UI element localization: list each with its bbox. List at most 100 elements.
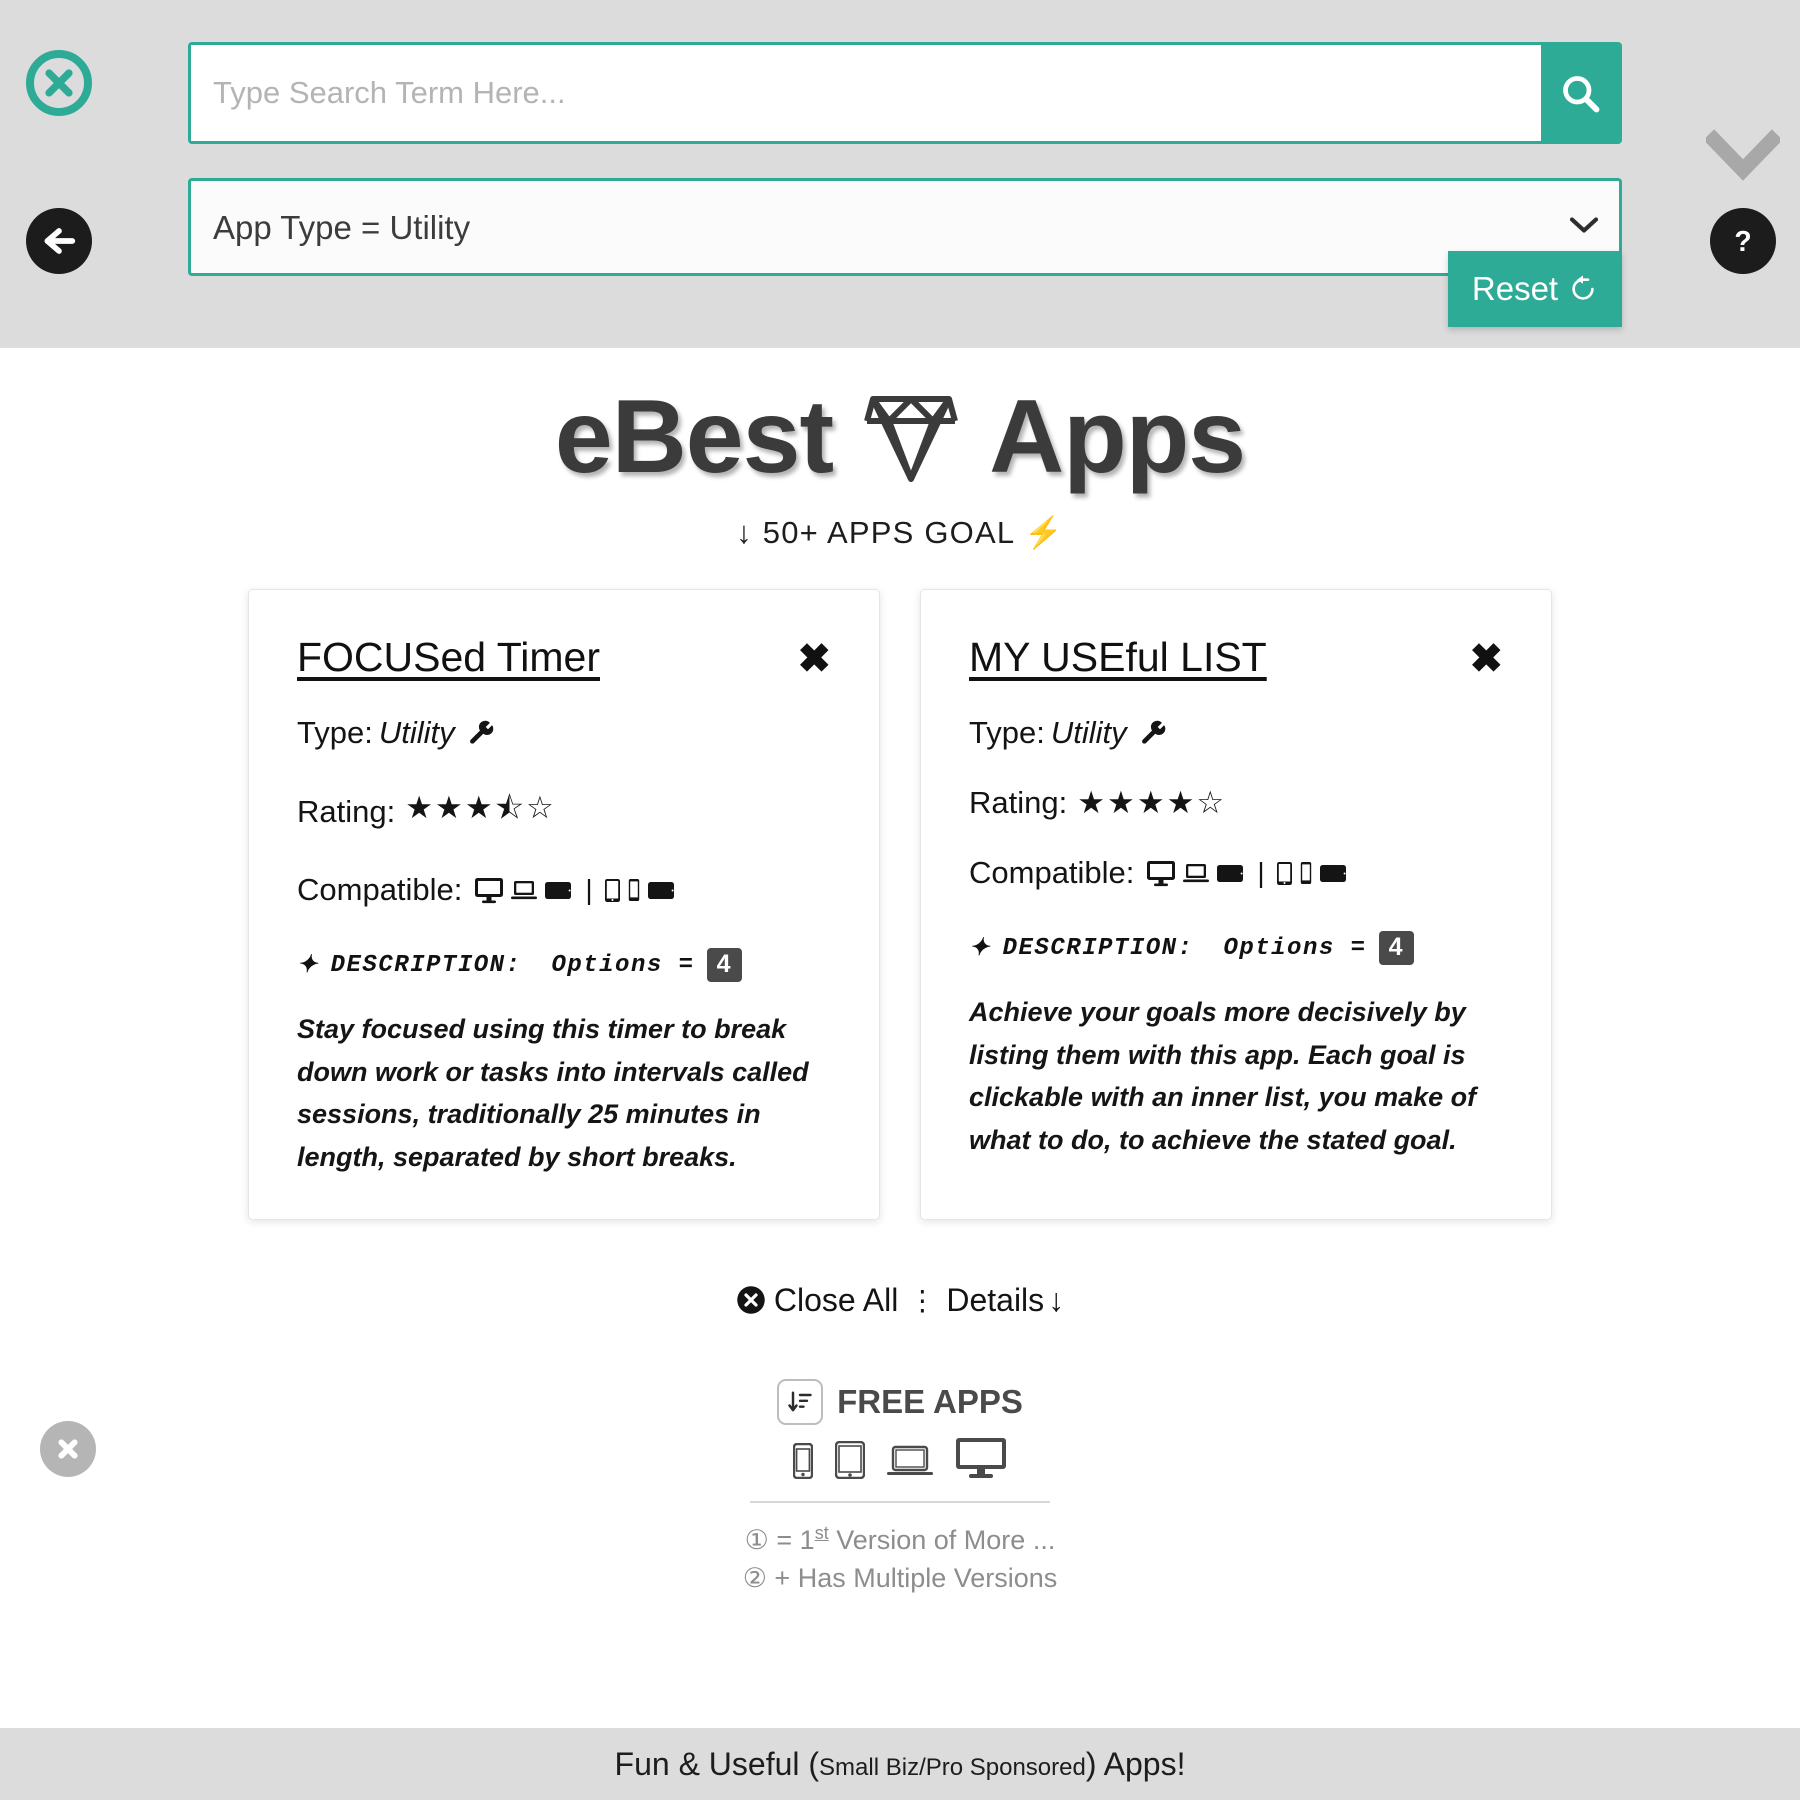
type-value: Utility [378, 715, 455, 751]
legend-block: ① = 1st Version of More ... ② + Has Mult… [0, 1521, 1800, 1598]
chevron-down-icon [1703, 129, 1783, 181]
legend-text-1b: Version of More ... [836, 1524, 1056, 1555]
legend-mark-2: ② [742, 1562, 767, 1593]
page-title: eBest Apps [0, 379, 1800, 495]
back-button[interactable] [26, 208, 92, 274]
app-type-row: Type: Utility [297, 715, 831, 751]
compatible-device-icons: | [474, 874, 676, 906]
description-label: DESCRIPTION: [1002, 934, 1194, 962]
close-x-icon [45, 69, 73, 97]
reset-label: Reset [1471, 270, 1559, 307]
help-button[interactable]: ? [1710, 208, 1776, 274]
free-apps-device-icons [0, 1437, 1800, 1479]
desktop-icon [475, 877, 504, 903]
wrench-icon [469, 721, 493, 745]
app-compatible-row: Compatible: | [297, 872, 831, 908]
footer-text: Fun & Useful (Small Biz/Pro Sponsored) A… [615, 1746, 1186, 1783]
card-header: MY USEful LIST ✖ [969, 634, 1503, 681]
desktop-icon [956, 1437, 1006, 1478]
card-actions-row: Close All ⋮ Details ↓ [0, 1282, 1800, 1319]
compatible-label: Compatible: [969, 855, 1135, 891]
close-circle-filled-icon[interactable] [736, 1285, 766, 1315]
search-input[interactable] [191, 45, 1541, 141]
svg-text:?: ? [1734, 226, 1751, 258]
close-panel-button[interactable] [26, 50, 92, 116]
action-separator: ⋮ [908, 1284, 937, 1316]
options-label: Options = [1223, 934, 1367, 962]
apps-goal-text: ↓ 50+ APPS GOAL ⚡ [736, 515, 1064, 551]
tablet-landscape-icon [1217, 864, 1244, 882]
app-title-link[interactable]: MY USEful LIST [969, 634, 1267, 681]
search-icon [1563, 76, 1600, 113]
footer-paren-open: ( [808, 1745, 820, 1782]
section-divider [750, 1500, 1050, 1503]
options-label: Options = [551, 951, 695, 979]
footer-part2: Apps! [1103, 1745, 1186, 1782]
diamond-icon [864, 396, 959, 483]
close-all-button[interactable]: Close All [774, 1282, 899, 1319]
details-arrow-icon: ↓ [1048, 1281, 1065, 1318]
app-type-select[interactable]: App Type = Utility [191, 181, 1619, 273]
type-label: Type: [297, 715, 373, 751]
app-type-row: Type: Utility [969, 715, 1503, 751]
card-close-button[interactable]: ✖ [797, 639, 831, 679]
desktop-icon [1147, 860, 1176, 886]
app-card: MY USEful LIST ✖ Type: Utility Rating: ★… [920, 589, 1552, 1220]
footer-bar: Fun & Useful (Small Biz/Pro Sponsored) A… [0, 1728, 1800, 1800]
legend-text-1a: = 1 [776, 1524, 815, 1555]
back-arrow-icon [44, 228, 76, 254]
description-bullet: ✦ [969, 936, 991, 964]
laptop-icon [1183, 864, 1210, 883]
tablet-icon [835, 1440, 865, 1479]
description-header: ✦ DESCRIPTION: Options = 4 [297, 948, 831, 982]
legend-sup-1: st [814, 1522, 829, 1543]
close-x-icon [58, 1439, 78, 1459]
tablet-landscape-icon [647, 881, 674, 899]
brand-text-before: eBest [554, 379, 834, 495]
reset-rotate-icon [1572, 275, 1594, 300]
details-button[interactable]: Details [946, 1282, 1044, 1319]
description-label: DESCRIPTION: [330, 951, 522, 979]
app-card-list: FOCUSed Timer ✖ Type: Utility Rating: ★★… [0, 589, 1800, 1220]
legend-line-1: ① = 1st Version of More ... [0, 1521, 1800, 1559]
reset-button[interactable]: Reset [1448, 251, 1622, 327]
search-button[interactable] [1541, 45, 1619, 141]
compatible-device-icons: | [1146, 857, 1348, 889]
legend-mark-1: ① [744, 1524, 769, 1555]
card-close-button[interactable]: ✖ [1469, 639, 1503, 679]
rating-label: Rating: [297, 793, 396, 829]
bottom-close-button[interactable] [40, 1421, 96, 1477]
footer-paren-close: ) [1085, 1745, 1097, 1782]
rating-label: Rating: [969, 785, 1068, 821]
app-type-filter[interactable]: App Type = Utility [188, 178, 1622, 276]
phone-icon [1300, 862, 1311, 885]
device-separator: | [1257, 857, 1265, 889]
laptop-icon [511, 881, 538, 900]
top-control-bar: ? App Type = Utility Reset [0, 0, 1800, 348]
card-header: FOCUSed Timer ✖ [297, 634, 831, 681]
rating-stars: ★★★⯪☆ [405, 790, 556, 826]
tablet-portrait-icon [1276, 861, 1292, 885]
main-content: eBest Apps ↓ 50+ APPS GOAL ⚡ FOCUSed Tim… [0, 348, 1800, 1728]
collapse-toolbar-button[interactable] [1703, 128, 1783, 184]
footer-small-text: Small Biz/Pro Sponsored [819, 1753, 1086, 1781]
footer-part1: Fun & Useful [614, 1745, 800, 1782]
wrench-icon [1141, 721, 1165, 745]
description-bullet: ✦ [297, 953, 319, 981]
rating-stars: ★★★★☆ [1077, 785, 1227, 821]
legend-text-2: + Has Multiple Versions [774, 1562, 1058, 1593]
phone-icon [793, 1442, 813, 1479]
free-apps-header: FREE APPS [0, 1378, 1800, 1425]
description-text: Achieve your goals more decisively by li… [969, 996, 1477, 1155]
brand-text-after: Apps [989, 379, 1246, 495]
options-count-badge: 4 [706, 948, 742, 982]
type-value: Utility [1050, 715, 1127, 751]
free-apps-section: FREE APPS ① = 1st Version of More ... ② … [0, 1378, 1800, 1598]
app-title-link[interactable]: FOCUSed Timer [297, 634, 600, 681]
sort-descending-icon[interactable] [777, 1378, 824, 1425]
type-label: Type: [969, 715, 1045, 751]
device-separator: | [585, 874, 593, 906]
compatible-label: Compatible: [297, 872, 463, 908]
description-text: Stay focused using this timer to break d… [297, 1013, 809, 1172]
tablet-portrait-icon [604, 878, 620, 902]
